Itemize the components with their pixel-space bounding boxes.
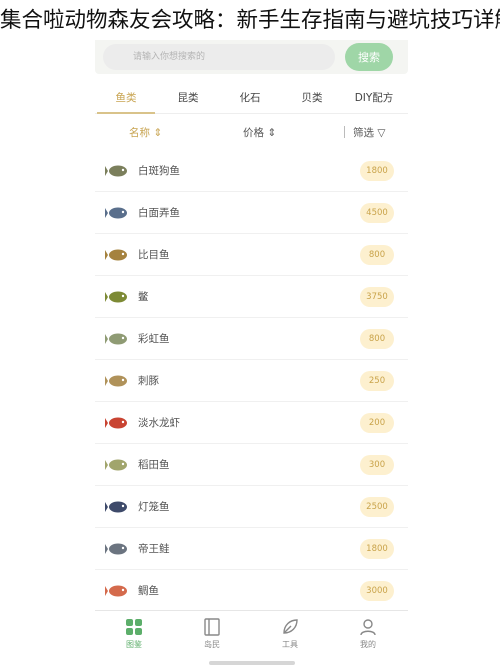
item-name: 白面弄鱼 xyxy=(138,207,180,219)
rainbow-fish-icon xyxy=(105,327,131,351)
price-badge: 200 xyxy=(360,413,394,433)
price-badge: 3750 xyxy=(360,287,394,307)
sort-divider xyxy=(344,126,345,138)
price-badge: 4500 xyxy=(360,203,394,223)
list-item[interactable]: 白面弄鱼 4500 xyxy=(95,192,408,234)
category-tabs: 鱼类 昆类 化石 贝类 DIY配方 xyxy=(95,84,408,114)
article-title: 集合啦动物森友会攻略：新手生存指南与避坑技巧详解总汇 xyxy=(0,8,500,33)
list-item[interactable]: 淡水龙虾 200 xyxy=(95,402,408,444)
item-name: 白斑狗鱼 xyxy=(138,165,180,177)
leaf-icon xyxy=(283,619,298,634)
price-badge: 800 xyxy=(360,245,394,265)
sort-bar: 名称 ⇕ 价格 ⇕ 筛选 ▽ xyxy=(95,120,408,144)
search-input[interactable] xyxy=(103,44,335,70)
nav-profile[interactable]: 我的 xyxy=(329,615,407,657)
item-name: 灯笼鱼 xyxy=(138,501,170,513)
price-badge: 3000 xyxy=(360,581,394,601)
tab-diy-recipes[interactable]: DIY配方 xyxy=(343,90,405,105)
list-item[interactable]: 鲷鱼 3000 xyxy=(95,570,408,612)
nav-tools[interactable]: 工具 xyxy=(251,615,329,657)
pufferfish-icon xyxy=(105,369,131,393)
home-indicator xyxy=(209,661,295,665)
list-item[interactable]: 稻田鱼 300 xyxy=(95,444,408,486)
sea-bream-icon xyxy=(105,579,131,603)
turtle-icon xyxy=(105,285,131,309)
search-bar: 搜索 xyxy=(95,40,408,74)
list-item[interactable]: 鳖 3750 xyxy=(95,276,408,318)
item-name: 稻田鱼 xyxy=(138,459,170,471)
tab-fossils[interactable]: 化石 xyxy=(219,90,281,105)
sort-by-price[interactable]: 价格 ⇕ xyxy=(243,125,276,140)
item-name: 刺豚 xyxy=(138,375,159,387)
tab-insects[interactable]: 昆类 xyxy=(157,90,219,105)
filter-button[interactable]: 筛选 ▽ xyxy=(353,125,385,140)
list-item[interactable]: 白斑狗鱼 1800 xyxy=(95,150,408,192)
sort-by-name[interactable]: 名称 ⇕ xyxy=(129,125,162,140)
list-item[interactable]: 比目鱼 800 xyxy=(95,234,408,276)
app-screen: 搜索 鱼类 昆类 化石 贝类 DIY配方 名称 ⇕ 价格 ⇕ 筛选 ▽ 白斑狗鱼… xyxy=(95,40,408,667)
lanternfish-icon xyxy=(105,495,131,519)
item-name: 鳖 xyxy=(138,291,149,303)
price-badge: 250 xyxy=(360,371,394,391)
pike-fish-icon xyxy=(105,159,131,183)
price-badge: 1800 xyxy=(360,539,394,559)
user-icon xyxy=(360,619,376,636)
price-badge: 800 xyxy=(360,329,394,349)
price-badge: 1800 xyxy=(360,161,394,181)
bottom-nav: 图鉴 岛民 工具 我的 xyxy=(95,610,408,658)
tab-shells[interactable]: 贝类 xyxy=(281,90,343,105)
king-salmon-icon xyxy=(105,537,131,561)
nav-label: 我的 xyxy=(360,640,376,649)
tab-fish[interactable]: 鱼类 xyxy=(95,90,157,105)
grid-icon xyxy=(126,619,142,635)
nav-label: 图鉴 xyxy=(126,640,142,649)
active-tab-indicator xyxy=(97,112,155,114)
item-name: 鲷鱼 xyxy=(138,585,159,597)
item-name: 帝王鲑 xyxy=(138,543,170,555)
item-name: 比目鱼 xyxy=(138,249,170,261)
ricefish-icon xyxy=(105,453,131,477)
list-item[interactable]: 帝王鲑 1800 xyxy=(95,528,408,570)
list-item[interactable]: 刺豚 250 xyxy=(95,360,408,402)
flatfish-icon xyxy=(105,243,131,267)
book-icon xyxy=(204,618,220,636)
blue-fish-icon xyxy=(105,201,131,225)
item-name: 淡水龙虾 xyxy=(138,417,180,429)
nav-catalog[interactable]: 图鉴 xyxy=(95,615,173,657)
price-badge: 2500 xyxy=(360,497,394,517)
list-item[interactable]: 彩虹鱼 800 xyxy=(95,318,408,360)
crayfish-icon xyxy=(105,411,131,435)
price-badge: 300 xyxy=(360,455,394,475)
nav-label: 工具 xyxy=(282,640,298,649)
search-button[interactable]: 搜索 xyxy=(345,43,393,71)
item-name: 彩虹鱼 xyxy=(138,333,170,345)
list-item[interactable]: 灯笼鱼 2500 xyxy=(95,486,408,528)
nav-villagers[interactable]: 岛民 xyxy=(173,615,251,657)
nav-label: 岛民 xyxy=(204,640,220,649)
